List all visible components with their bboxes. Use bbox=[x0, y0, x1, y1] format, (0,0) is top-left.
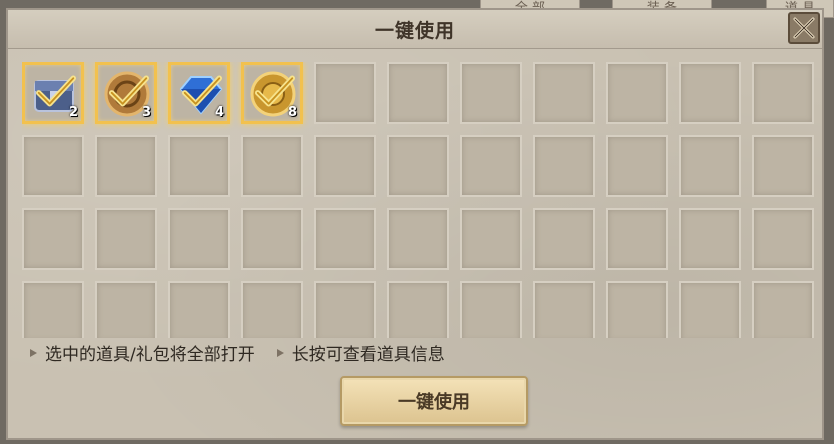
inventory-slot[interactable] bbox=[22, 208, 84, 270]
item-count: 3 bbox=[141, 105, 151, 120]
inventory-slot[interactable] bbox=[95, 281, 157, 338]
note-open-all-text: 选中的道具/礼包将全部打开 bbox=[45, 345, 255, 365]
inventory-slot[interactable] bbox=[314, 208, 376, 270]
inventory-slot[interactable] bbox=[752, 62, 814, 124]
inventory-slot[interactable] bbox=[533, 281, 595, 338]
inventory-slot[interactable] bbox=[241, 281, 303, 338]
inventory-slot[interactable] bbox=[22, 281, 84, 338]
inventory-slot[interactable] bbox=[460, 281, 522, 338]
bullet-icon bbox=[276, 348, 284, 357]
inventory-slot[interactable] bbox=[168, 208, 230, 270]
inventory-slot[interactable] bbox=[387, 208, 449, 270]
inventory-slot[interactable]: 4 bbox=[168, 62, 230, 124]
inventory-slot[interactable]: 3 bbox=[95, 62, 157, 124]
item-count: 2 bbox=[68, 105, 78, 120]
inventory-slot[interactable] bbox=[95, 208, 157, 270]
inventory-slot[interactable] bbox=[752, 208, 814, 270]
inventory-slot[interactable] bbox=[241, 208, 303, 270]
title-bar: 一键使用 bbox=[8, 10, 822, 49]
notes: 选中的道具/礼包将全部打开 长按可查看道具信息 bbox=[30, 340, 445, 365]
inventory-slot[interactable] bbox=[314, 281, 376, 338]
inventory-slot[interactable] bbox=[387, 62, 449, 124]
inventory-slot[interactable] bbox=[533, 135, 595, 197]
inventory-slot[interactable] bbox=[168, 281, 230, 338]
inventory-slot[interactable] bbox=[241, 135, 303, 197]
bullet-icon bbox=[30, 348, 37, 357]
note-long-press: 长按可查看道具信息 bbox=[276, 340, 445, 365]
item-count: 4 bbox=[214, 105, 224, 120]
inventory-slot[interactable] bbox=[387, 135, 449, 197]
inventory-slot[interactable] bbox=[460, 135, 522, 197]
inventory-slot[interactable] bbox=[314, 62, 376, 124]
inventory-slot[interactable] bbox=[22, 135, 84, 197]
one-click-use-button[interactable]: 一键使用 bbox=[340, 376, 528, 426]
close-icon bbox=[793, 17, 815, 39]
inventory-slot[interactable] bbox=[606, 208, 668, 270]
close-button[interactable] bbox=[788, 12, 820, 44]
one-click-use-panel: 一键使用 2 3 4 8 选中的道具/礼包将全部打开 长按可查看道具信息 一键使用 bbox=[6, 8, 824, 440]
note-open-all: 选中的道具/礼包将全部打开 bbox=[30, 340, 255, 365]
inventory-slot[interactable] bbox=[387, 281, 449, 338]
inventory-slot[interactable] bbox=[679, 135, 741, 197]
inventory-slot[interactable] bbox=[752, 281, 814, 338]
inventory-slot[interactable] bbox=[606, 281, 668, 338]
panel-title: 一键使用 bbox=[374, 20, 455, 42]
item-count: 8 bbox=[287, 105, 297, 120]
inventory-slot[interactable]: 2 bbox=[22, 62, 84, 124]
inventory-slot[interactable] bbox=[95, 135, 157, 197]
inventory-slot[interactable] bbox=[314, 135, 376, 197]
note-long-press-text: 长按可查看道具信息 bbox=[291, 345, 445, 365]
inventory-slot[interactable] bbox=[752, 135, 814, 197]
inventory-slot[interactable] bbox=[460, 62, 522, 124]
inventory-slot[interactable] bbox=[606, 62, 668, 124]
item-grid: 2 3 4 8 bbox=[22, 62, 826, 338]
inventory-slot[interactable] bbox=[679, 62, 741, 124]
inventory-slot[interactable] bbox=[679, 281, 741, 338]
inventory-slot[interactable]: 8 bbox=[241, 62, 303, 124]
inventory-slot[interactable] bbox=[606, 135, 668, 197]
inventory-slot[interactable] bbox=[168, 135, 230, 197]
inventory-slot[interactable] bbox=[533, 208, 595, 270]
inventory-slot[interactable] bbox=[533, 62, 595, 124]
inventory-slot[interactable] bbox=[679, 208, 741, 270]
inventory-slot[interactable] bbox=[460, 208, 522, 270]
